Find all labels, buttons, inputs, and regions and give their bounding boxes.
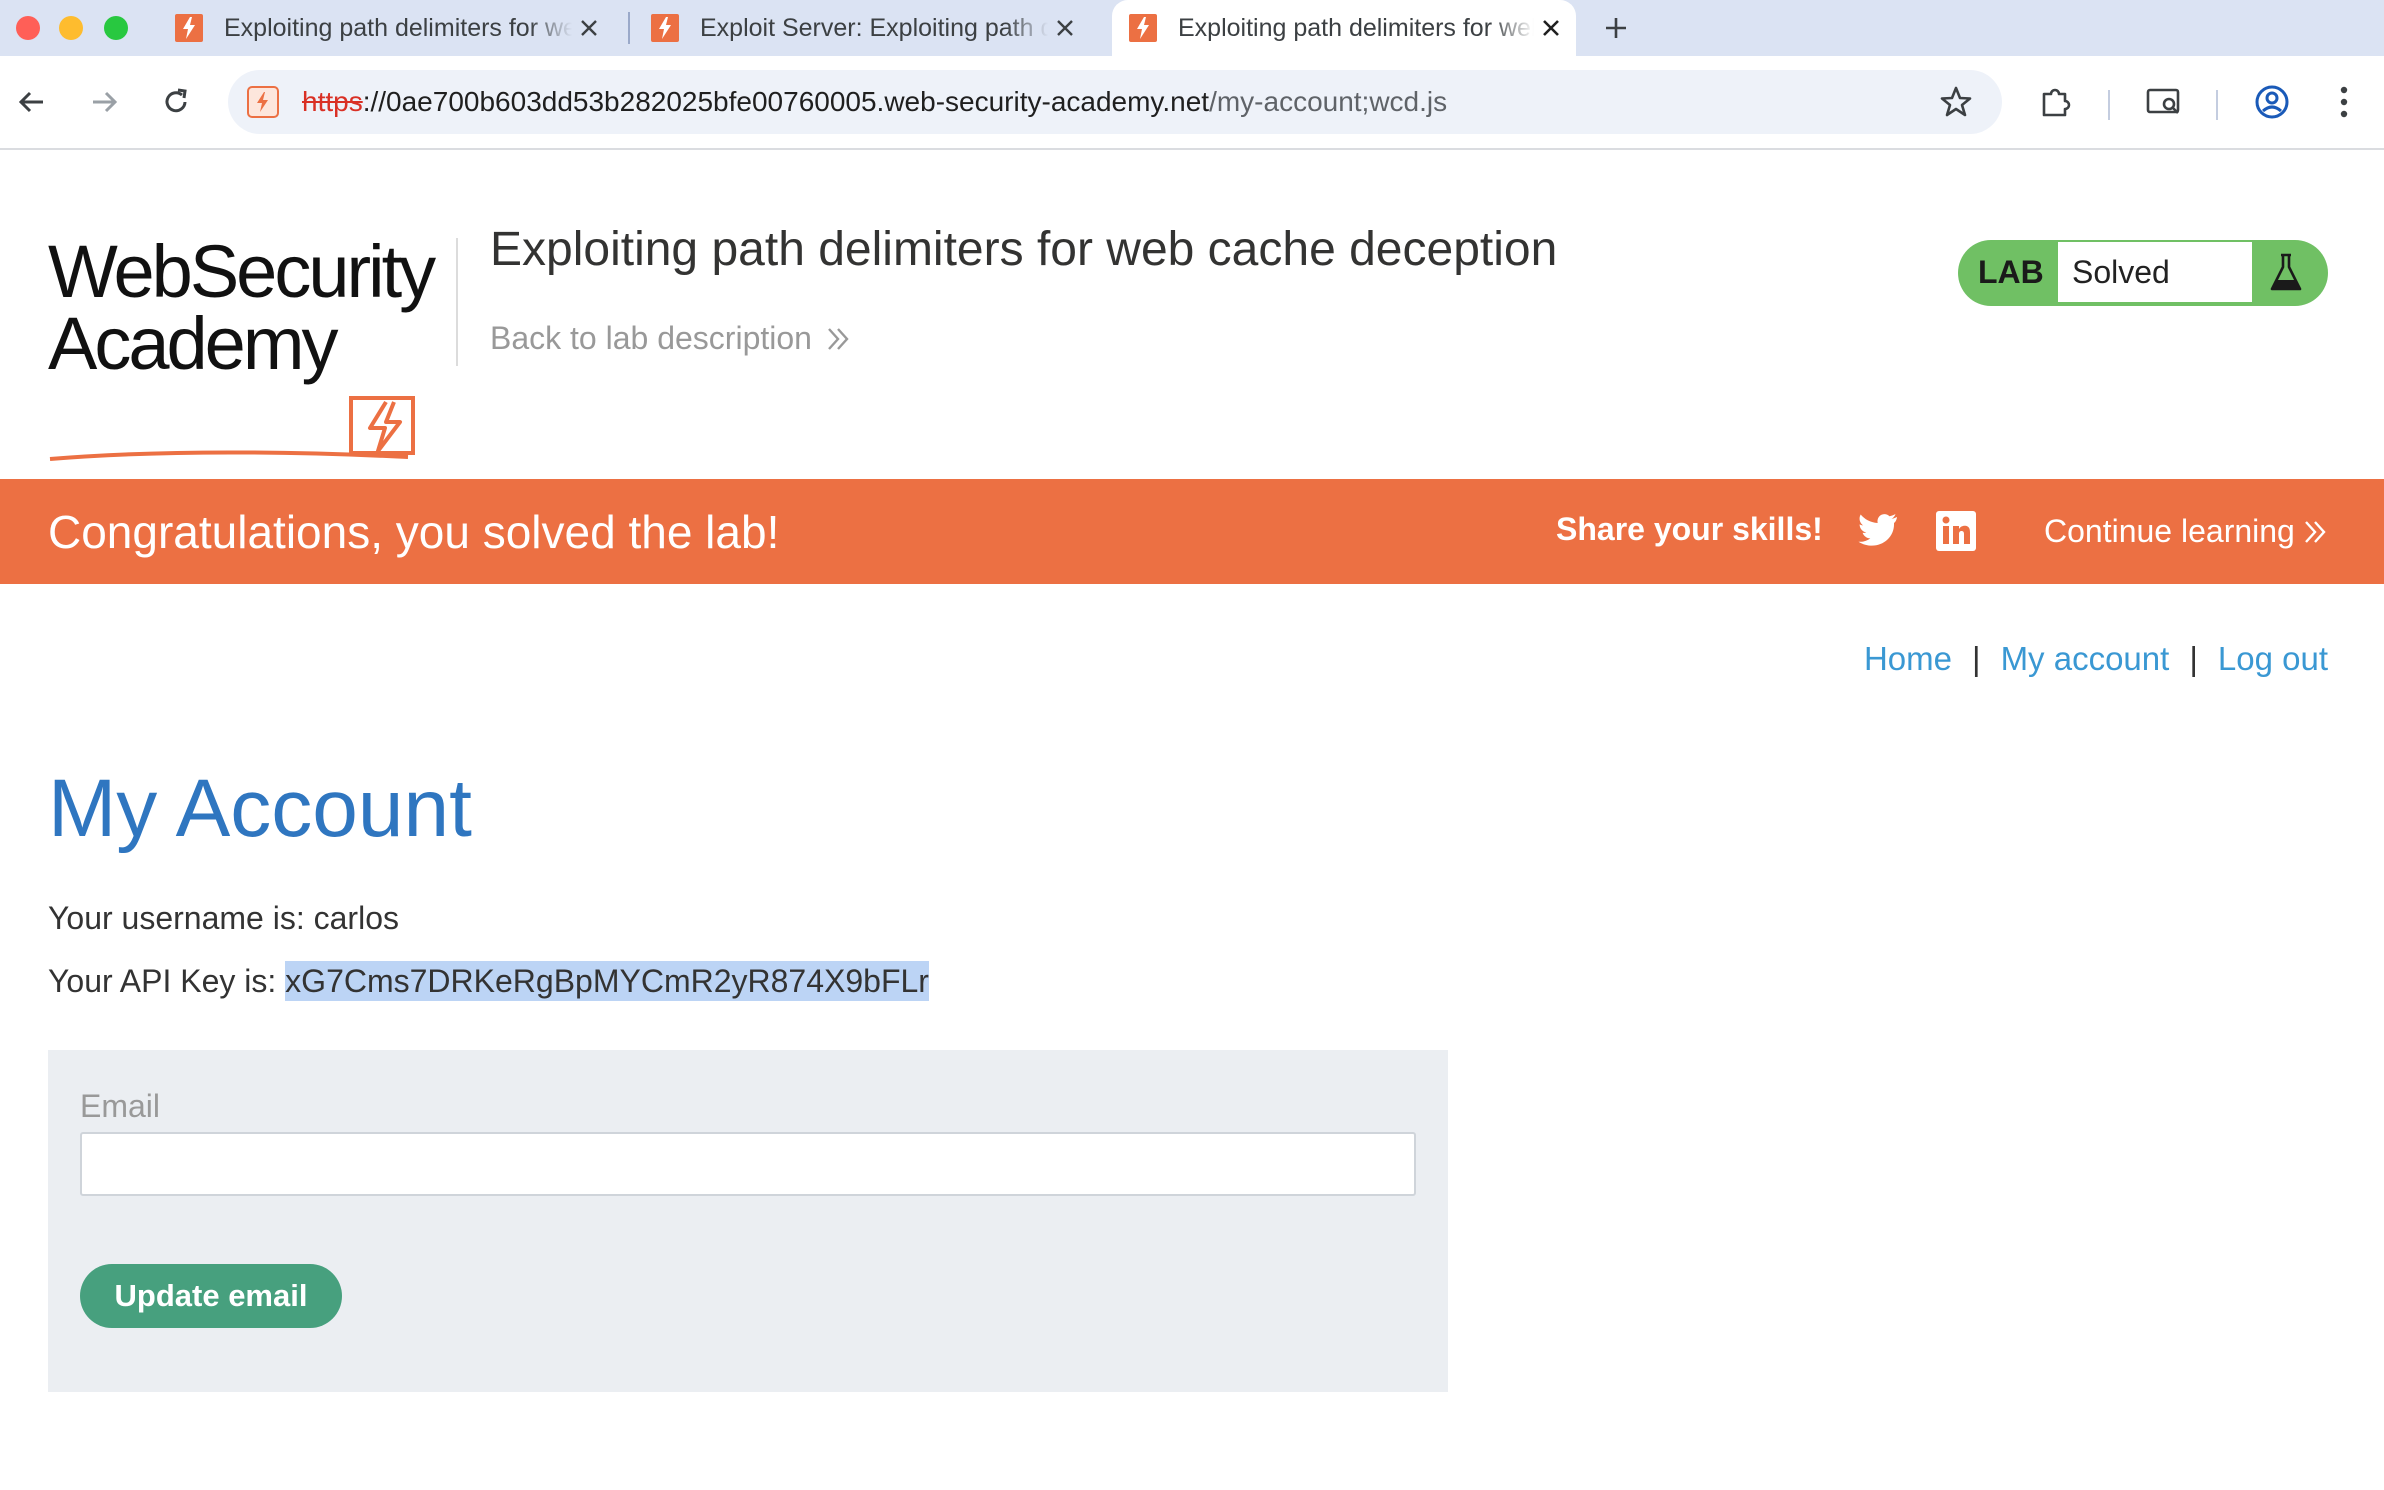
lab-title: Exploiting path delimiters for web cache… [490,223,1558,276]
nav-my-account-link[interactable]: My account [2001,640,2170,677]
account-nav: Home | My account | Log out [1864,640,2328,678]
web-security-academy-favicon-icon [175,14,203,42]
back-arrow-icon[interactable] [8,78,56,126]
continue-learning-link[interactable]: Continue learning [2044,513,2329,550]
browser-tab-3-active[interactable]: Exploiting path delimiters for web cache… [1112,0,1576,56]
close-tab-icon[interactable] [572,11,606,45]
url-host: ://0ae700b603dd53b282025bfe00760005.web-… [362,86,1210,117]
browser-menu-kebab-icon[interactable] [2324,82,2364,122]
extensions-puzzle-icon[interactable] [2036,82,2076,122]
page-title: My Account [48,763,472,854]
window-zoom-button[interactable] [104,16,128,40]
window-close-button[interactable] [16,16,40,40]
update-email-button[interactable]: Update email [80,1264,342,1328]
continue-learning-label: Continue learning [2044,513,2295,549]
back-link-label: Back to lab description [490,320,812,356]
api-key-line: Your API Key is: xG7Cms7DRKeRgBpMYCmR2yR… [48,961,929,1001]
change-email-form: Email Update email [48,1050,1448,1392]
bookmark-star-icon[interactable] [1938,84,1974,120]
share-skills-label: Share your skills! [1556,511,1823,547]
tab-title: Exploit Server: Exploiting path delimite… [700,13,1048,42]
web-security-academy-favicon-icon [1129,14,1157,42]
username-line: Your username is: carlos [48,900,399,937]
page-content: WebSecurity Academy Exploiting path deli… [0,150,2384,1490]
toolbar-divider [2108,90,2110,120]
twitter-icon[interactable] [1858,513,1898,549]
close-tab-icon[interactable] [1534,11,1568,45]
api-key-prefix: Your API Key is: [48,963,286,999]
email-label: Email [80,1088,161,1124]
api-key-value-selected[interactable]: xG7Cms7DRKeRgBpMYCmR2yR874X9bFLr [285,961,929,1001]
email-input[interactable] [80,1132,1416,1196]
web-security-academy-favicon-icon [651,14,679,42]
new-tab-plus-icon[interactable] [1598,10,1634,46]
tab-strip: Exploiting path delimiters for web cache… [0,0,2384,56]
browser-tab-2[interactable]: Exploit Server: Exploiting path delimite… [634,0,1090,56]
nav-log-out-link[interactable]: Log out [2218,640,2328,677]
address-bar[interactable]: https://0ae700b603dd53b282025bfe00760005… [228,70,2002,134]
flask-icon [2270,253,2302,291]
double-chevron-right-icon [828,327,849,350]
double-chevron-right-icon [2304,520,2326,543]
lab-solved-banner: Congratulations, you solved the lab! Sha… [0,479,2384,584]
reload-icon[interactable] [152,78,200,126]
username-value: carlos [313,900,399,936]
logo-bolt-icon [49,396,415,461]
tab-search-icon[interactable] [2144,82,2184,122]
lab-status-text: Solved [2072,254,2170,290]
logo-divider [456,238,458,366]
username-prefix: Your username is: [48,900,314,936]
lab-badge-label: LAB [1978,254,2044,290]
window-minimize-button[interactable] [59,16,83,40]
browser-toolbar: https://0ae700b603dd53b282025bfe00760005… [0,56,2384,150]
congratulations-message: Congratulations, you solved the lab! [48,506,780,558]
tab-title: Exploiting path delimiters for web cache… [1178,13,1534,42]
browser-tab-1[interactable]: Exploiting path delimiters for web cache… [158,0,614,56]
nav-separator: | [2189,640,2198,677]
close-tab-icon[interactable] [1048,11,1082,45]
forward-arrow-icon[interactable] [80,78,128,126]
tab-title: Exploiting path delimiters for web cache… [224,13,572,42]
tab-separator [628,12,630,44]
toolbar-divider [2216,90,2218,120]
url-scheme: https [302,86,363,117]
nav-separator: | [1971,640,1981,677]
back-to-lab-description-link[interactable]: Back to lab description [490,320,852,357]
profile-avatar-icon[interactable] [2252,82,2292,122]
url-text[interactable]: https://0ae700b603dd53b282025bfe00760005… [302,85,1447,119]
nav-home-link[interactable]: Home [1864,640,1952,677]
site-info-icon[interactable] [246,85,280,119]
linkedin-icon[interactable] [1936,511,1976,551]
lab-status-badge: LAB Solved [1958,240,2328,306]
url-path: /my-account;wcd.js [1209,86,1448,117]
